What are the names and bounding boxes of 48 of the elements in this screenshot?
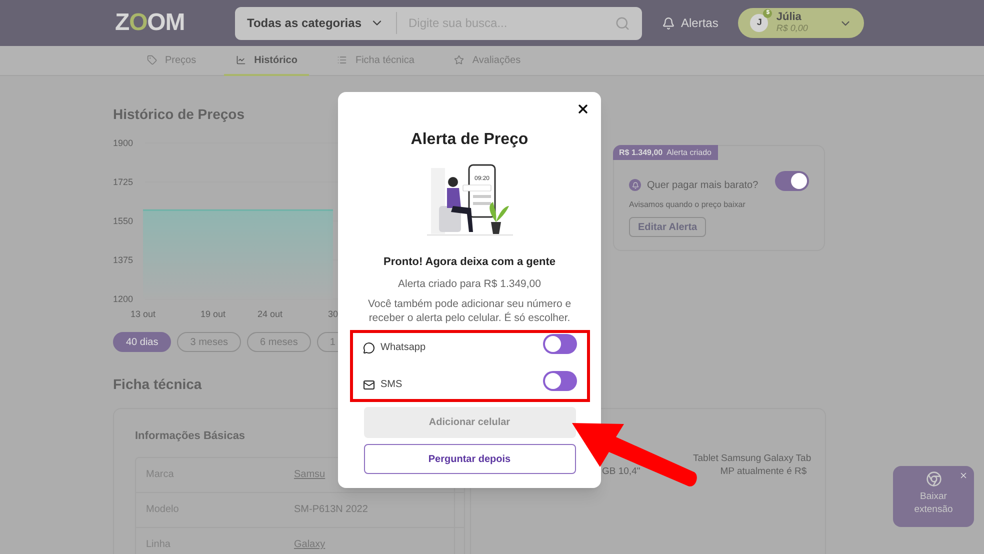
mail-icon — [362, 378, 374, 391]
y-tick-label: 1900 — [113, 138, 134, 148]
specs-section-title: Informações Básicas — [135, 429, 246, 444]
alert-icon — [629, 179, 641, 191]
tab[interactable]: Histórico — [224, 46, 310, 76]
dialog-title: Alerta de Preço — [410, 130, 528, 150]
alert-hint: Avisamos quando o preço baixar — [628, 199, 746, 211]
toggle-switch[interactable] — [542, 334, 576, 354]
channel-label: Whatsapp — [380, 341, 426, 356]
x-tick-label: 19 out — [200, 309, 226, 319]
ask-later-button[interactable]: Perguntar depois — [364, 444, 576, 474]
category-dropdown[interactable]: Todas as categorias — [247, 12, 396, 34]
y-tick-label: 1725 — [113, 177, 134, 187]
y-tick-label: 1550 — [113, 216, 134, 226]
tab[interactable]: Avaliações — [442, 46, 533, 76]
alert-question: Quer pagar mais barato? — [647, 178, 758, 192]
dialog-headline: Pronto! Agora deixa com a gente — [384, 255, 556, 270]
period-chip[interactable]: 40 dias — [113, 332, 172, 352]
tab[interactable]: Ficha técnica — [325, 46, 426, 76]
toggle-switch[interactable] — [542, 370, 576, 391]
dialog-message: Você também pode adicionar seu número e receber o alerta pelo celular. É só escolher. — [366, 297, 572, 326]
x-tick-label: 13 out — [130, 309, 156, 319]
close-icon[interactable] — [576, 102, 590, 116]
chat-bubble-icon — [362, 342, 374, 354]
bell-icon — [662, 16, 675, 30]
alert-status: Alerta criado — [666, 146, 712, 158]
extension-widget[interactable]: Baixar extensão — [893, 466, 974, 527]
section-title: Ficha técnica — [113, 375, 202, 394]
extension-label: Baixar extensão — [913, 490, 954, 516]
x-tick-label: 30 — [328, 309, 338, 319]
x-tick-label: 24 out — [257, 309, 283, 319]
toggle-switch[interactable] — [775, 171, 809, 191]
description-text: GB 10,4" — [602, 465, 640, 480]
browser-icon — [926, 471, 942, 487]
alert-price: R$ 1.349,00 — [619, 146, 663, 158]
logo[interactable]: ZOOM — [115, 5, 235, 41]
user-name: Júlia — [776, 12, 802, 23]
user-balance: R$ 0,00 — [776, 23, 808, 34]
description-text: MP atualmente é R$ — [720, 465, 807, 480]
alert-created-text: Alerta criado para R$ 1.349,00 — [398, 276, 541, 292]
edit-alert-button[interactable]: Editar Alerta — [629, 217, 706, 237]
tab[interactable]: Preços — [135, 46, 208, 76]
y-tick-label: 1375 — [113, 255, 134, 265]
alerts-button[interactable]: Alertas — [662, 14, 718, 32]
section-title: Histórico de Preços — [113, 105, 244, 124]
description-text: Tablet Samsung Galaxy Tab — [693, 452, 812, 466]
channel-label: SMS — [380, 378, 402, 392]
y-tick-label: 1200 — [113, 294, 134, 304]
